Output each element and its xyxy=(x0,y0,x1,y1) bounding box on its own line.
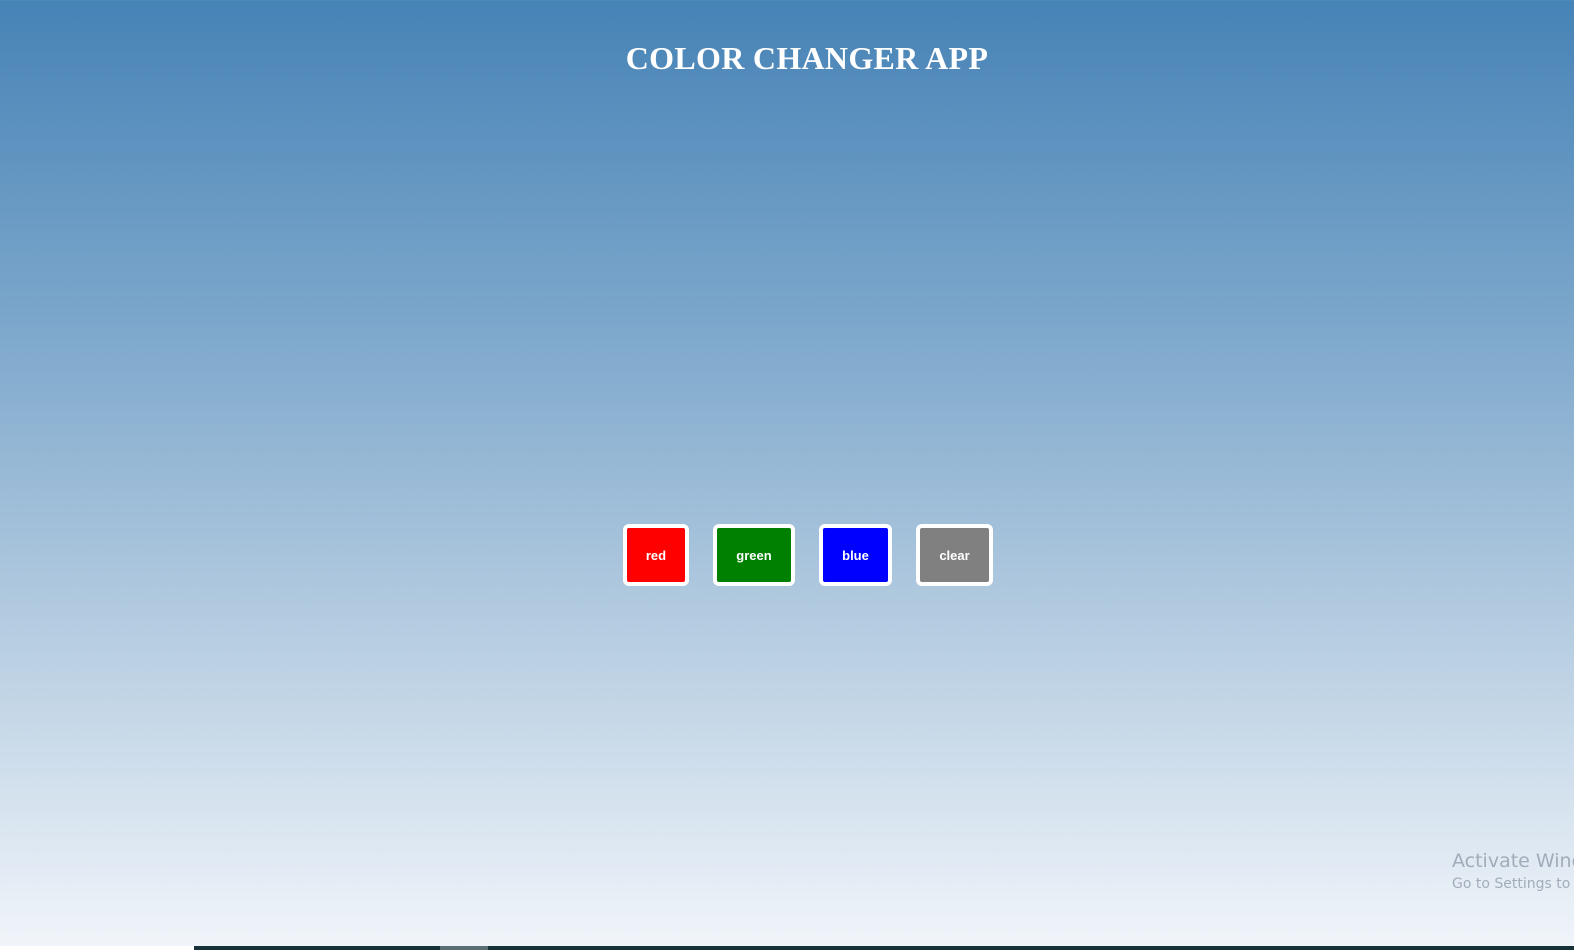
taskbar-segment xyxy=(0,946,194,950)
blue-button[interactable]: blue xyxy=(819,524,892,586)
clear-button[interactable]: clear xyxy=(916,524,993,586)
taskbar-strip xyxy=(0,946,1574,950)
taskbar-active-indicator xyxy=(440,946,488,950)
watermark-subtitle: Go to Settings to activate Windows. xyxy=(1452,876,1574,892)
green-button[interactable]: green xyxy=(713,524,795,586)
watermark-title: Activate Windows xyxy=(1452,850,1574,872)
page-title: COLOR CHANGER APP xyxy=(625,40,989,76)
activation-watermark: Activate Windows Go to Settings to activ… xyxy=(1452,849,1574,895)
red-button[interactable]: red xyxy=(623,524,689,586)
